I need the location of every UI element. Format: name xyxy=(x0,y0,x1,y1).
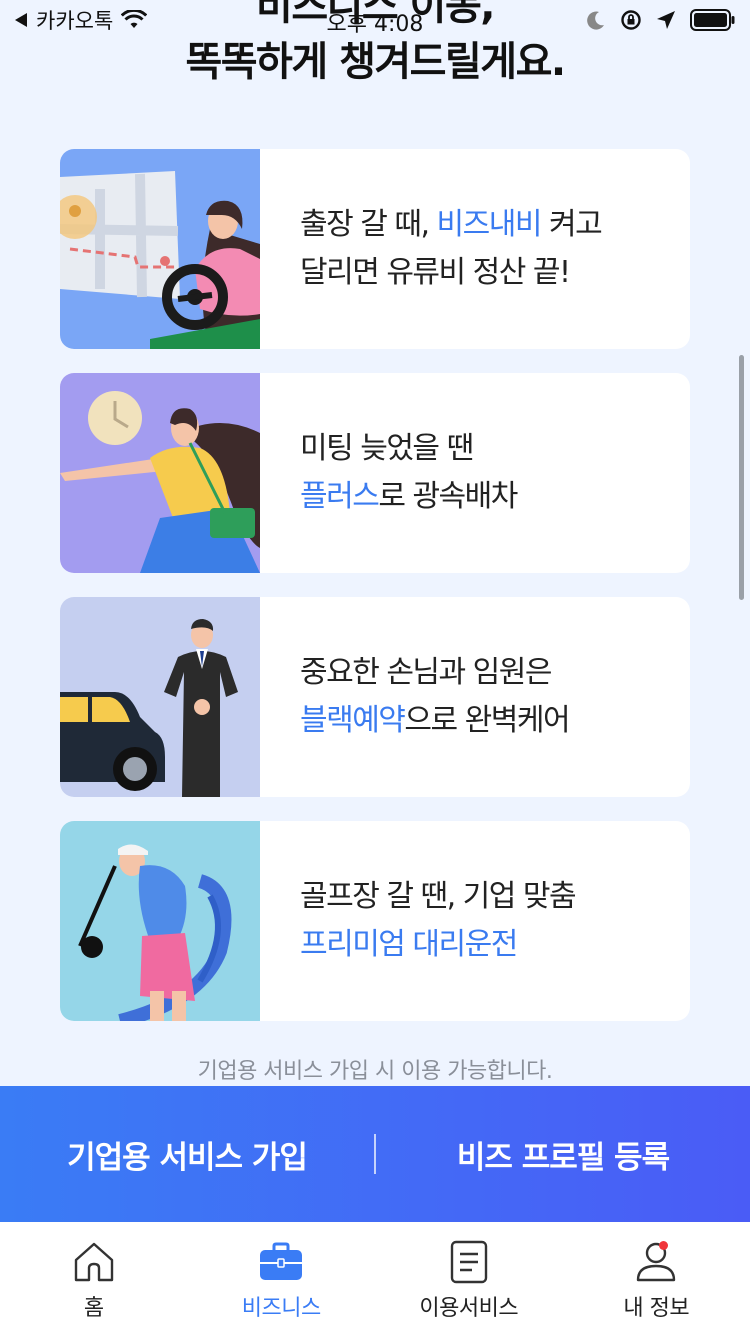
plus-text: 미팅 늦었을 땐 플러스로 광속배차 xyxy=(260,373,690,573)
biz-navi-illustration xyxy=(60,149,260,349)
bottom-tab-bar: 홈 비즈니스 이용서비스 내 정보 xyxy=(0,1222,750,1334)
home-icon xyxy=(74,1242,113,1282)
biz-navi-text: 출장 갈 때, 비즈내비 켜고 달리면 유류비 정산 끝! xyxy=(260,149,690,349)
black-reservation-illustration xyxy=(60,597,260,797)
wifi-icon xyxy=(121,10,148,28)
biz-navi-line-1: 출장 갈 때, 비즈내비 켜고 xyxy=(300,207,603,242)
moon-icon xyxy=(587,11,604,30)
business-signup-button[interactable]: 기업용 서비스 가입 xyxy=(0,1132,374,1177)
back-to-app[interactable]: 카카오톡 xyxy=(14,5,148,35)
clock: 오후 4:08 xyxy=(326,12,424,37)
heading-line-2: 똑똑하게 챙겨드릴게요. xyxy=(185,39,566,85)
tab-business[interactable]: 비즈니스 xyxy=(188,1222,376,1334)
premium-driver-illustration xyxy=(60,821,260,1021)
back-app-label: 카카오톡 xyxy=(36,9,114,33)
cta-bar: 기업용 서비스 가입 비즈 프로필 등록 xyxy=(0,1086,750,1222)
rotation-lock-icon xyxy=(621,10,641,30)
notification-dot xyxy=(658,1241,668,1250)
tab-home[interactable]: 홈 xyxy=(0,1222,188,1334)
briefcase-icon xyxy=(260,1242,303,1280)
biz-profile-register-button[interactable]: 비즈 프로필 등록 xyxy=(376,1132,750,1177)
biz-navi-line-2: 달리면 유류비 정산 끝! xyxy=(300,255,571,290)
person-icon xyxy=(637,1242,676,1282)
tab-my-info-label: 내 정보 xyxy=(623,1296,690,1321)
tab-services-label: 이용서비스 xyxy=(419,1296,519,1321)
feature-card-premium-driver[interactable]: 골프장 갈 땐, 기업 맞춤 프리미엄 대리운전 xyxy=(60,821,690,1021)
feature-card-black-reservation[interactable]: 중요한 손님과 임원은 블랙예약으로 완벽케어 xyxy=(60,597,690,797)
tab-my-info[interactable]: 내 정보 xyxy=(563,1222,750,1334)
location-arrow-icon xyxy=(657,11,675,29)
feature-card-plus[interactable]: 미팅 늦었을 땐 플러스로 광속배차 xyxy=(60,373,690,573)
plus-line-1: 미팅 늦었을 땐 xyxy=(300,431,474,466)
premium-driver-line-2: 프리미엄 대리운전 xyxy=(300,927,518,962)
battery-icon xyxy=(690,9,735,31)
tab-services[interactable]: 이용서비스 xyxy=(375,1222,563,1334)
status-bar: 카카오톡 오후 4:08 xyxy=(0,0,750,40)
tab-home-label: 홈 xyxy=(83,1296,104,1321)
scrollbar[interactable] xyxy=(739,355,744,600)
premium-driver-text: 골프장 갈 땐, 기업 맞춤 프리미엄 대리운전 xyxy=(260,821,690,1021)
premium-driver-line-1: 골프장 갈 땐, 기업 맞춤 xyxy=(300,879,577,914)
black-reservation-text: 중요한 손님과 임원은 블랙예약으로 완벽케어 xyxy=(260,597,690,797)
black-reservation-line-1: 중요한 손님과 임원은 xyxy=(300,655,552,690)
footnote: 기업용 서비스 가입 시 이용 가능합니다. xyxy=(197,1059,553,1084)
plus-illustration xyxy=(60,373,260,573)
back-triangle-icon xyxy=(15,13,27,27)
document-icon xyxy=(450,1240,487,1284)
plus-line-2: 플러스로 광속배차 xyxy=(300,479,518,514)
black-reservation-line-2: 블랙예약으로 완벽케어 xyxy=(300,703,571,738)
tab-business-label: 비즈니스 xyxy=(241,1296,321,1321)
feature-card-biz-navi[interactable]: 출장 갈 때, 비즈내비 켜고 달리면 유류비 정산 끝! xyxy=(60,149,690,349)
